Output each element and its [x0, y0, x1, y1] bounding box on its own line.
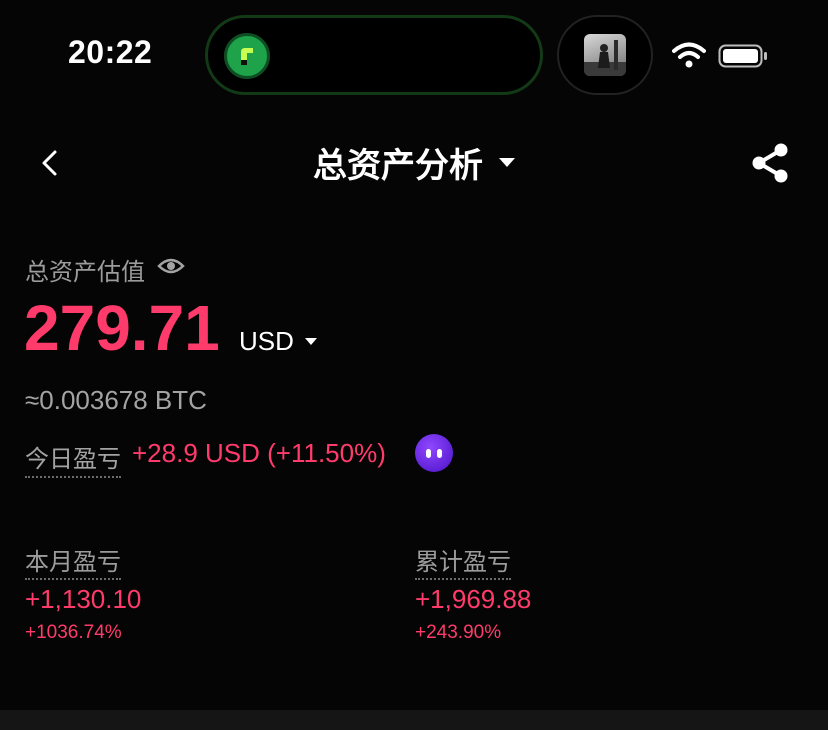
mascot-icon[interactable] — [415, 434, 453, 472]
cumulative-pnl-value: +1,969.88 — [415, 584, 532, 614]
currency-selector[interactable]: USD — [239, 326, 294, 357]
cumulative-pnl-block: 累计盈亏 — [415, 542, 511, 580]
section-divider — [0, 710, 828, 730]
battery-icon — [718, 44, 767, 68]
live-activity-app-icon — [224, 33, 270, 79]
now-playing-island — [557, 15, 653, 95]
page-title: 总资产分析 — [313, 146, 483, 186]
dynamic-island — [205, 15, 543, 95]
dropdown-caret-icon — [499, 158, 515, 167]
today-pnl-label[interactable]: 今日盈亏 — [25, 439, 121, 478]
month-pnl-block: 本月盈亏 — [25, 542, 121, 580]
month-pnl-value: +1,130.10 — [25, 584, 142, 614]
share-icon[interactable] — [748, 142, 792, 184]
total-assets-label: 总资产估值 — [25, 258, 145, 286]
wifi-icon — [672, 42, 706, 68]
month-pnl-label[interactable]: 本月盈亏 — [25, 548, 121, 580]
cumulative-pnl-percent: +243.90% — [415, 622, 502, 643]
month-pnl-percent: +1036.74% — [25, 622, 122, 643]
total-assets-value: 279.71 — [24, 292, 220, 364]
currency-caret-icon[interactable] — [305, 338, 317, 345]
cumulative-pnl-label[interactable]: 累计盈亏 — [415, 548, 511, 580]
eye-icon[interactable] — [157, 255, 185, 277]
page-title-dropdown[interactable]: 总资产分析 — [0, 138, 828, 187]
album-cover-image — [584, 34, 626, 76]
today-pnl-value: +28.9 USD (+11.50%) — [132, 438, 386, 468]
btc-equivalent: ≈0.003678 BTC — [25, 385, 207, 415]
status-time: 20:22 — [68, 34, 153, 70]
